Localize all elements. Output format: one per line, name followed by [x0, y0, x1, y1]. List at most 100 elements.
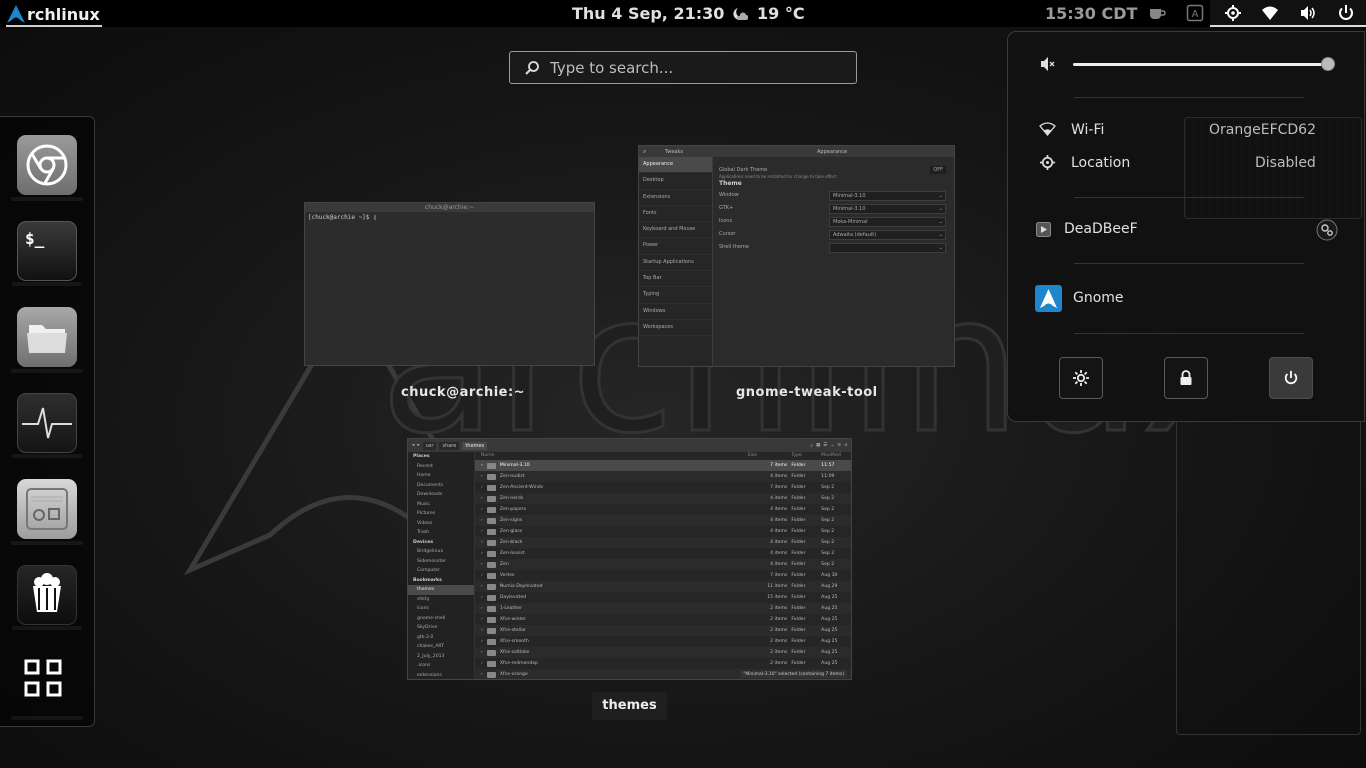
places-item[interactable]: gnome-shell — [408, 614, 474, 624]
places-item[interactable]: Sidemonster — [408, 557, 474, 567]
places-item[interactable]: SkyDrive — [408, 623, 474, 633]
places-item[interactable]: Computer — [408, 566, 474, 576]
system-monitor-icon[interactable] — [12, 393, 82, 458]
terminal-window[interactable]: chuck@archie:~ [chuck@archie ~]$ ▯ — [304, 202, 595, 366]
places-item[interactable]: .icons — [408, 661, 474, 671]
expander-icon[interactable]: › — [481, 669, 483, 679]
location-menu-item[interactable]: Location — [1071, 155, 1130, 171]
wifi-menu-item[interactable]: Wi-Fi — [1071, 122, 1104, 138]
file-row[interactable]: › Zen-Ancient-Winds 7 items Folder Sep 2 — [475, 482, 851, 493]
places-item[interactable]: Trash — [408, 528, 474, 538]
expander-icon[interactable]: › — [481, 647, 483, 658]
theme-dropdown[interactable]: Adwaita (default) ⌄ — [829, 230, 946, 240]
show-apps-icon[interactable] — [11, 654, 83, 720]
crumb-themes[interactable]: themes — [462, 441, 488, 450]
search-icon[interactable]: ⌕ — [810, 443, 813, 449]
menu-icon[interactable]: ≡ — [837, 443, 841, 448]
places-item[interactable]: Music — [408, 500, 474, 510]
crumb-share[interactable]: share — [439, 441, 460, 450]
file-row[interactable]: › Zen-lossist 4 items Folder Sep 2 — [475, 548, 851, 559]
col-type[interactable]: Type — [791, 452, 821, 460]
places-item[interactable]: 2_July_2013 — [408, 652, 474, 662]
file-row[interactable]: › Vertex 7 items Folder Aug 30 — [475, 570, 851, 581]
search-input[interactable] — [548, 57, 832, 78]
tweak-sidebar-item[interactable]: Top Bar — [639, 271, 712, 288]
volume-slider-track[interactable] — [1073, 63, 1335, 66]
lock-button[interactable] — [1164, 357, 1208, 399]
view-grid-icon[interactable]: ▦ — [816, 443, 820, 448]
theme-dropdown[interactable]: Moka-Minimal ⌄ — [829, 217, 946, 227]
file-row[interactable]: › Xfce-redmondxp 2 items Folder Aug 25 — [475, 658, 851, 669]
places-item[interactable]: themes — [408, 585, 474, 595]
col-name[interactable]: Name — [475, 452, 748, 460]
user-menu-item[interactable]: Gnome — [1073, 290, 1124, 306]
expander-icon[interactable]: › — [481, 526, 483, 537]
keyboard-layout-icon[interactable]: A — [1186, 4, 1204, 22]
expander-icon[interactable]: › — [481, 504, 483, 515]
close-icon[interactable]: × — [844, 443, 848, 448]
tweak-sidebar-item[interactable]: Windows — [639, 304, 712, 320]
file-row[interactable]: › Xfce-stellar 2 items Folder Aug 25 — [475, 625, 851, 636]
popcorn-icon[interactable] — [12, 565, 82, 630]
places-item[interactable]: Bridgelinux — [408, 547, 474, 557]
file-row[interactable]: › Zen-black 4 items Folder Sep 2 — [475, 537, 851, 548]
settings-button[interactable] — [1059, 357, 1103, 399]
expander-icon[interactable]: › — [481, 537, 483, 548]
weather-indicator[interactable]: 19 °C — [732, 4, 805, 23]
expander-icon[interactable]: › — [481, 471, 483, 482]
tweak-sidebar-item[interactable]: Workspaces — [639, 320, 712, 337]
file-row[interactable]: › Minimal-3.10 7 items Folder 11:57 — [475, 460, 851, 471]
file-row[interactable]: › Zen-nudist 4 items Folder 11:09 — [475, 471, 851, 482]
expander-icon[interactable]: › — [481, 592, 483, 603]
tweak-sidebar-item[interactable]: Typing — [639, 287, 712, 304]
files-icon[interactable] — [11, 307, 83, 373]
files-window[interactable]: ◂ ▸ usr share themes ⌕ ▦ ☰ ⌄ ≡ × Places R… — [407, 438, 852, 680]
search-box[interactable] — [509, 51, 857, 84]
expander-icon[interactable]: › — [481, 636, 483, 647]
file-row[interactable]: › Xfce-winter 2 items Folder Aug 25 — [475, 614, 851, 625]
tweak-tool-window[interactable]: ⌕ Tweaks Appearance Appearance Desktop Ext… — [638, 145, 955, 367]
places-item[interactable]: Pictures — [408, 509, 474, 519]
file-row[interactable]: › Zen 4 items Folder Sep 2 — [475, 559, 851, 570]
file-row[interactable]: › Xfce-saltlake 2 items Folder Aug 25 — [475, 647, 851, 658]
global-dark-switch[interactable]: OFF — [930, 166, 946, 174]
theme-dropdown[interactable]: Minimal-3.10 ⌄ — [829, 204, 946, 214]
file-row[interactable]: › Zen-papers 4 items Folder Sep 2 — [475, 504, 851, 515]
back-icon[interactable]: ◂ — [412, 443, 414, 448]
places-item[interactable]: gtk-2.0 — [408, 633, 474, 643]
activities-button[interactable]: rchlinux — [6, 3, 102, 27]
caffeine-cup-icon[interactable] — [1148, 4, 1166, 22]
expander-icon[interactable]: › — [481, 625, 483, 636]
file-row[interactable]: › 1-Leather 2 items Folder Aug 25 — [475, 603, 851, 614]
chrome-icon[interactable] — [11, 135, 83, 201]
file-row[interactable]: › Zen-signs 4 items Folder Sep 2 — [475, 515, 851, 526]
places-item[interactable]: chakes_ART — [408, 642, 474, 652]
expander-icon[interactable]: › — [481, 614, 483, 625]
tweak-sidebar-item[interactable]: Startup Applications — [639, 255, 712, 272]
places-item[interactable]: extensions — [408, 671, 474, 680]
volume-slider-handle[interactable] — [1321, 57, 1336, 71]
expander-icon[interactable]: › — [481, 570, 483, 581]
expander-icon[interactable]: › — [481, 581, 483, 592]
tweak-sidebar-item[interactable]: Appearance — [639, 157, 712, 174]
power-button[interactable] — [1269, 357, 1313, 399]
places-item[interactable]: Downloads — [408, 490, 474, 500]
expander-icon[interactable]: › — [481, 548, 483, 559]
forward-icon[interactable]: ▸ — [417, 443, 419, 448]
file-row[interactable]: › Daylevated 15 items Folder Aug 25 — [475, 592, 851, 603]
crumb-usr[interactable]: usr — [422, 441, 437, 450]
system-menu-button[interactable] — [1210, 0, 1366, 27]
media-player-name[interactable]: DeaDBeeF — [1064, 221, 1138, 237]
col-modified[interactable]: Modified — [821, 452, 851, 460]
file-row[interactable]: › Zen-glass 4 items Folder Sep 2 — [475, 526, 851, 537]
expander-icon[interactable]: › — [481, 658, 483, 669]
terminal-icon[interactable]: $_ — [12, 221, 82, 286]
tweak-sidebar-item[interactable]: Fonts — [639, 206, 712, 223]
places-item[interactable]: shkty — [408, 595, 474, 605]
places-item[interactable]: icons — [408, 604, 474, 614]
tweak-sidebar-item[interactable]: Desktop — [639, 173, 712, 190]
places-item[interactable]: Home — [408, 471, 474, 481]
tweak-sidebar-item[interactable]: Power — [639, 238, 712, 255]
media-settings-icon[interactable] — [1316, 219, 1338, 241]
expander-icon[interactable]: › — [481, 603, 483, 614]
